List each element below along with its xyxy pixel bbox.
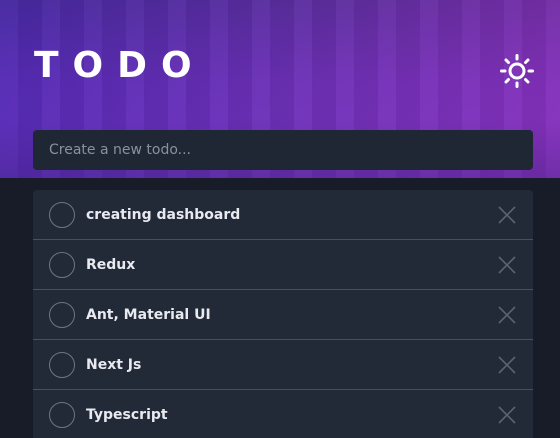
theme-toggle-button[interactable]: [498, 52, 536, 90]
close-icon: [498, 206, 516, 224]
todo-label[interactable]: Next Js: [86, 357, 141, 373]
app-title: TODO: [34, 45, 206, 86]
complete-checkbox[interactable]: [49, 302, 75, 328]
new-todo-input[interactable]: [33, 130, 533, 170]
new-todo-field[interactable]: [33, 130, 533, 170]
complete-checkbox[interactable]: [49, 352, 75, 378]
close-icon: [498, 356, 516, 374]
delete-button[interactable]: [497, 305, 517, 325]
close-icon: [498, 306, 516, 324]
delete-button[interactable]: [497, 405, 517, 425]
todo-item: Redux: [33, 240, 533, 290]
todo-item: Next Js: [33, 340, 533, 390]
complete-checkbox[interactable]: [49, 252, 75, 278]
todo-item: Typescript: [33, 390, 533, 438]
sun-icon: [500, 54, 534, 88]
todo-label[interactable]: Redux: [86, 257, 135, 273]
todo-item: Ant, Material UI: [33, 290, 533, 340]
close-icon: [498, 256, 516, 274]
close-icon: [498, 406, 516, 424]
complete-checkbox[interactable]: [49, 202, 75, 228]
todo-item: creating dashboard: [33, 190, 533, 240]
delete-button[interactable]: [497, 355, 517, 375]
todo-label[interactable]: creating dashboard: [86, 207, 240, 223]
delete-button[interactable]: [497, 255, 517, 275]
todo-label[interactable]: Ant, Material UI: [86, 307, 211, 323]
todo-list: creating dashboard Redux Ant, Material U…: [33, 190, 533, 438]
todo-label[interactable]: Typescript: [86, 407, 168, 423]
complete-checkbox[interactable]: [49, 402, 75, 428]
delete-button[interactable]: [497, 205, 517, 225]
